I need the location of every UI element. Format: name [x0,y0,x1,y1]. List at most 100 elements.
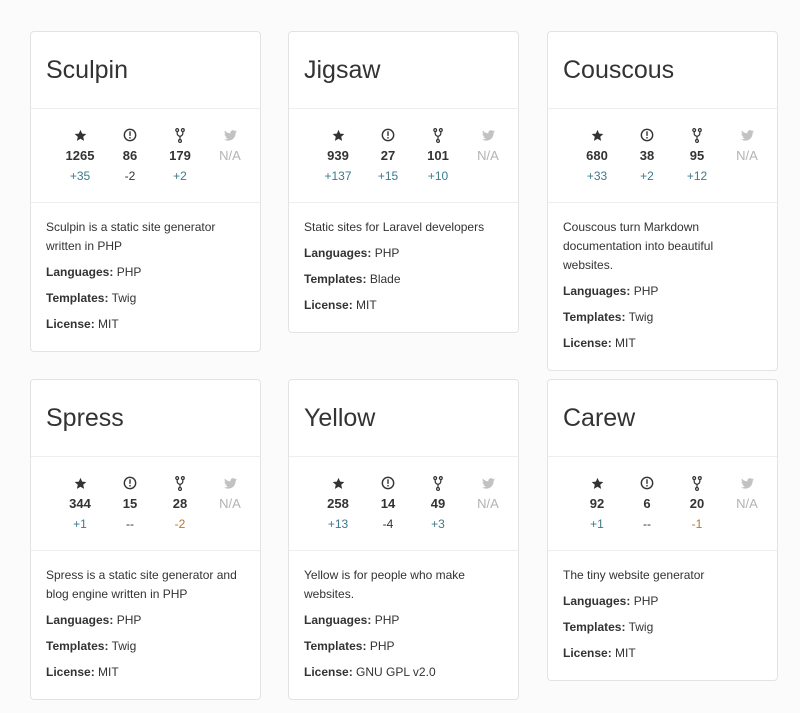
stars-stat: 258 +13 [313,475,363,550]
twitter-count: N/A [736,148,758,163]
forks-count: 28 [172,496,188,511]
languages-label: Languages: [46,613,114,627]
languages-row: Languages: PHP [563,282,762,301]
generator-card-sculpin: Sculpin 1265 +35 86 -2 179 +2 N/A Sculpi… [30,31,261,352]
generator-card-jigsaw: Jigsaw 939 +137 27 +15 101 +10 N/A Stati… [288,31,519,333]
star-icon [313,475,363,491]
card-title[interactable]: Jigsaw [289,32,518,109]
stars-count: 1265 [65,148,95,163]
fork-icon [413,475,463,491]
fork-icon [672,127,722,143]
stars-stat: 680 +33 [572,127,622,202]
templates-value: Blade [369,272,401,286]
card-title[interactable]: Spress [31,380,260,457]
star-icon [55,475,105,491]
templates-label: Templates: [46,639,109,653]
license-value: MIT [615,646,636,660]
card-body: The tiny website generator Languages: PH… [548,551,777,680]
templates-label: Templates: [563,620,626,634]
twitter-stat: N/A [463,475,513,550]
card-title[interactable]: Yellow [289,380,518,457]
license-label: License: [304,665,353,679]
license-label: License: [46,665,95,679]
license-label: License: [304,298,353,312]
card-title[interactable]: Sculpin [31,32,260,109]
languages-label: Languages: [304,613,372,627]
forks-delta: -2 [174,517,186,531]
templates-value: Twig [111,291,137,305]
forks-delta: +3 [431,517,445,531]
languages-value: PHP [374,613,400,627]
issues-delta: +15 [377,169,399,183]
license-row: License: GNU GPL v2.0 [304,663,503,682]
card-description: Sculpin is a static site generator writt… [46,220,216,253]
stars-stat: 344 +1 [55,475,105,550]
languages-label: Languages: [563,594,631,608]
forks-delta: +12 [686,169,708,183]
license-value: MIT [356,298,377,312]
stars-delta: +137 [324,169,352,183]
stars-stat: 92 +1 [572,475,622,550]
card-body: Sculpin is a static site generator writt… [31,203,260,351]
twitter-icon [463,475,513,491]
license-row: License: MIT [46,663,245,682]
stars-stat: 1265 +35 [55,127,105,202]
twitter-icon [463,127,513,143]
languages-row: Languages: PHP [563,592,762,611]
issues-count: 14 [380,496,396,511]
twitter-icon [205,127,255,143]
issues-delta: -4 [382,517,394,531]
languages-value: PHP [633,594,659,608]
stars-delta: +13 [327,517,349,531]
issue-icon [363,127,413,143]
generator-card-carew: Carew 92 +1 6 -- 20 -1 N/A The tiny webs… [547,379,778,681]
star-icon [55,127,105,143]
issues-stat: 86 -2 [105,127,155,202]
languages-value: PHP [374,246,400,260]
templates-label: Templates: [46,291,109,305]
issues-delta: +2 [640,169,654,183]
card-body: Static sites for Laravel developers Lang… [289,203,518,332]
stats-row: 258 +13 14 -4 49 +3 N/A [289,457,518,551]
templates-row: Templates: Twig [46,637,245,656]
templates-value: Twig [628,620,654,634]
forks-stat: 49 +3 [413,475,463,550]
fork-icon [155,475,205,491]
templates-row: Templates: Twig [46,289,245,308]
license-label: License: [46,317,95,331]
license-row: License: MIT [46,315,245,334]
stars-delta: +1 [73,517,87,531]
issues-count: 6 [643,496,651,511]
stars-count: 344 [69,496,91,511]
twitter-count: N/A [219,496,241,511]
stats-row: 1265 +35 86 -2 179 +2 N/A [31,109,260,203]
forks-stat: 179 +2 [155,127,205,202]
issues-delta: -- [643,517,651,531]
twitter-icon [722,475,772,491]
languages-row: Languages: PHP [304,244,503,263]
star-icon [572,475,622,491]
twitter-stat: N/A [722,475,772,550]
forks-delta: +2 [173,169,187,183]
issues-stat: 38 +2 [622,127,672,202]
generator-card-couscous: Couscous 680 +33 38 +2 95 +12 N/A Cousco… [547,31,778,371]
languages-label: Languages: [304,246,372,260]
forks-count: 49 [430,496,446,511]
stars-delta: +1 [590,517,604,531]
card-description: The tiny website generator [563,568,705,582]
card-description: Yellow is for people who make websites. [304,568,465,601]
card-title[interactable]: Carew [548,380,777,457]
issues-delta: -- [126,517,134,531]
twitter-stat: N/A [205,127,255,202]
languages-value: PHP [116,613,142,627]
license-value: MIT [98,317,119,331]
templates-row: Templates: PHP [304,637,503,656]
languages-row: Languages: PHP [304,611,503,630]
card-title[interactable]: Couscous [548,32,777,109]
languages-label: Languages: [46,265,114,279]
forks-delta: -1 [691,517,703,531]
templates-label: Templates: [304,639,367,653]
twitter-count: N/A [477,148,499,163]
forks-count: 179 [169,148,191,163]
templates-value: Twig [111,639,137,653]
